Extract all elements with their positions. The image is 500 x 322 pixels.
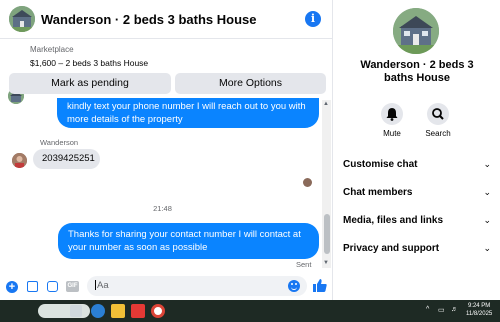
chevron-down-icon: ⌄ [483, 187, 491, 197]
bell-icon [381, 103, 403, 125]
search-label: Search [425, 129, 451, 138]
message-timestamp: 21:48 [153, 204, 172, 213]
media-files-links-row[interactable]: Media, files and links ⌄ [343, 215, 493, 226]
sender-avatar[interactable] [12, 153, 27, 168]
listing-avatar[interactable] [9, 6, 35, 32]
search-icon [427, 103, 449, 125]
section-label: Media, files and links [343, 215, 444, 226]
conversation-info-panel: Wanderson · 2 beds 3 baths House Mute Se… [334, 0, 500, 300]
listing-summary[interactable]: $1,600 – 2 beds 3 baths House [30, 58, 148, 68]
messenger-window: Wanderson · 2 beds 3 baths House i Marke… [0, 0, 500, 322]
mute-label: Mute [383, 129, 401, 138]
incoming-message: 2039425251 [33, 149, 100, 169]
listing-profile-image[interactable] [393, 8, 439, 54]
sticker-icon[interactable] [47, 281, 58, 292]
edge-icon[interactable] [91, 304, 105, 318]
marketplace-label: Marketplace [30, 45, 74, 54]
chevron-down-icon: ⌄ [483, 215, 491, 225]
scrollbar-thumb[interactable] [324, 214, 330, 254]
network-icon[interactable]: ▭ [438, 306, 445, 314]
seen-indicator-avatar [303, 178, 312, 187]
taskbar-clock[interactable]: 9:24 PM 11/8/2025 [466, 302, 492, 318]
chat-pane: Wanderson · 2 beds 3 baths House i Marke… [0, 0, 333, 300]
plus-icon[interactable]: + [6, 281, 18, 293]
mute-button[interactable]: Mute [372, 103, 412, 138]
gif-icon[interactable]: GIF [66, 281, 79, 292]
chat-header: Wanderson · 2 beds 3 baths House i [0, 0, 333, 39]
panel-title-line: Wanderson · 2 beds 3 [360, 59, 474, 71]
search-button[interactable]: Search [418, 103, 458, 138]
message-input-placeholder: Aa [97, 280, 109, 291]
mark-as-pending-button[interactable]: Mark as pending [9, 73, 171, 94]
message-scrollbar[interactable] [322, 100, 331, 268]
outgoing-message: kindly text your phone number I will rea… [57, 98, 319, 128]
file-explorer-icon[interactable] [111, 304, 125, 318]
section-label: Privacy and support [343, 243, 440, 254]
tray-chevron-icon[interactable]: ^ [426, 306, 429, 313]
youtube-icon[interactable] [131, 304, 145, 318]
chevron-down-icon: ⌄ [483, 159, 491, 169]
customise-chat-row[interactable]: Customise chat ⌄ [343, 159, 493, 170]
message-list: kindly text your phone number I will rea… [0, 98, 333, 270]
scroll-down-icon[interactable]: ▼ [323, 260, 329, 266]
panel-title: Wanderson · 2 beds 3 baths House [334, 59, 500, 85]
message-status: Sent [296, 260, 312, 269]
taskbar-search[interactable] [38, 304, 90, 318]
info-icon[interactable]: i [305, 11, 321, 27]
scroll-up-icon[interactable]: ▲ [323, 101, 329, 107]
sender-name: Wanderson [40, 138, 79, 147]
volume-icon[interactable]: ♬ [451, 306, 458, 313]
more-options-button[interactable]: More Options [175, 73, 326, 94]
chevron-down-icon: ⌄ [483, 243, 491, 253]
chat-title[interactable]: Wanderson · 2 beds 3 baths House [41, 12, 257, 27]
section-label: Customise chat [343, 159, 418, 170]
outgoing-message: Thanks for sharing your contact number I… [58, 223, 319, 259]
privacy-support-row[interactable]: Privacy and support ⌄ [343, 243, 493, 254]
image-icon[interactable] [27, 281, 38, 292]
clock-date: 11/8/2025 [466, 311, 493, 317]
chat-members-row[interactable]: Chat members ⌄ [343, 187, 493, 198]
message-input[interactable]: Aa [87, 276, 307, 296]
chrome-icon[interactable] [151, 304, 165, 318]
panel-title-line: baths House [383, 72, 450, 84]
section-label: Chat members [343, 187, 413, 198]
task-view-icon[interactable] [70, 305, 82, 317]
clock-time: 9:24 PM [467, 303, 491, 309]
like-icon[interactable] [313, 278, 327, 293]
emoji-icon[interactable] [288, 280, 300, 292]
